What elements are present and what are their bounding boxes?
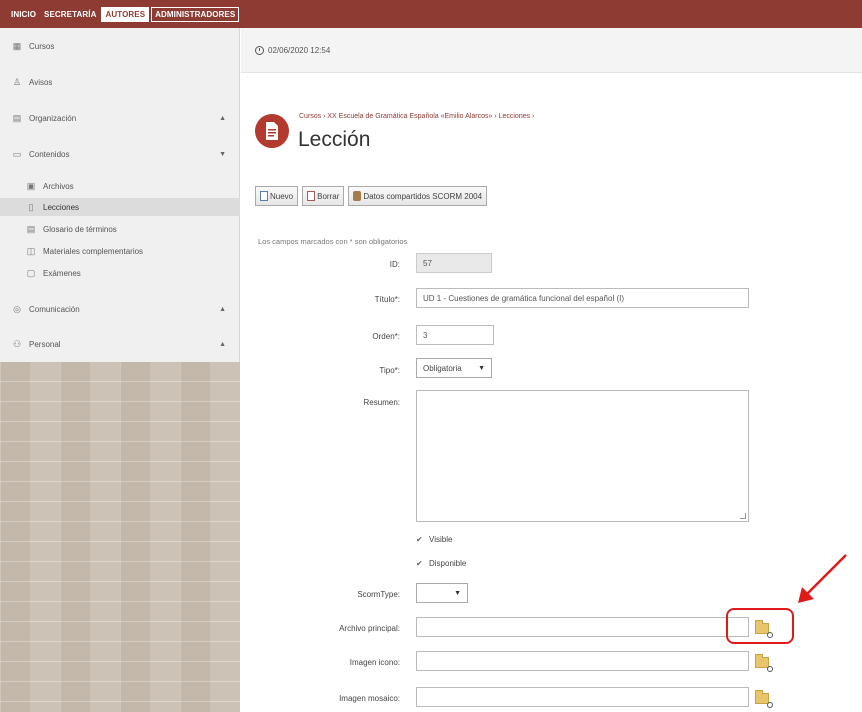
- bell-icon: ♙: [12, 77, 22, 87]
- lesson-icon: [255, 114, 289, 148]
- sidebar-item-label: Organización: [29, 113, 77, 123]
- sidebar-item-contenidos[interactable]: ▭ Contenidos ▼: [0, 146, 240, 162]
- summary-label: Resumen:: [363, 398, 400, 407]
- sidebar-item-label: Lecciones: [43, 202, 80, 212]
- mosaic-image-input[interactable]: [416, 687, 749, 707]
- title-input[interactable]: UD 1 - Cuestiones de gramática funcional…: [416, 288, 749, 308]
- annotation-highlight-box: [726, 608, 794, 644]
- type-label: Tipo*:: [379, 366, 400, 375]
- new-button[interactable]: Nuevo: [255, 186, 299, 206]
- sidebar-item-label: Materiales complementarios: [43, 246, 144, 256]
- checkmark-icon: ✔: [416, 558, 423, 568]
- mosaic-image-label: Imagen mosaico:: [339, 694, 400, 703]
- id-field: 57: [416, 253, 492, 273]
- page-header: Cursos › XX Escuela de Gramática Español…: [241, 104, 862, 164]
- toolbar: Nuevo Borrar Datos compartidos SCORM 200…: [255, 186, 488, 206]
- tab-autores[interactable]: AUTORES: [101, 6, 150, 22]
- sidebar-item-label: Personal: [29, 339, 61, 349]
- type-select[interactable]: Obligatoria ▼: [416, 358, 492, 378]
- mosaic-image-browse-button[interactable]: [754, 690, 773, 708]
- date-bar: 02/06/2020 12:54: [241, 28, 862, 73]
- sidebar-item-label: Glosario de términos: [43, 224, 117, 234]
- icon-image-browse-button[interactable]: [754, 654, 773, 672]
- resize-handle-icon[interactable]: [740, 513, 746, 519]
- delete-button[interactable]: Borrar: [302, 186, 345, 206]
- page-title: Lección: [298, 128, 371, 151]
- delete-document-icon: [307, 191, 316, 201]
- chevron-up-icon: ▲: [219, 114, 226, 122]
- tab-inicio[interactable]: INICIO: [8, 8, 39, 21]
- people-icon: ⚇: [12, 339, 22, 349]
- clock-icon: [255, 45, 264, 55]
- icon-image-label: Imagen icono:: [349, 658, 400, 667]
- chevron-down-icon: ▼: [219, 150, 226, 158]
- icon-image-input[interactable]: [416, 651, 749, 671]
- attachment-icon: ◫: [26, 246, 36, 256]
- sidebar-item-label: Cursos: [29, 41, 55, 51]
- chevron-up-icon: ▲: [219, 340, 226, 348]
- annotation-arrow-icon: [798, 554, 847, 603]
- chevron-up-icon: ▲: [219, 305, 226, 313]
- scorm-shared-data-button[interactable]: Datos compartidos SCORM 2004: [348, 186, 488, 206]
- top-navigation: INICIO SECRETARÍA AUTORES ADMINISTRADORE…: [0, 0, 862, 28]
- sidebar-item-organizacion[interactable]: ▤ Organización ▲: [0, 110, 240, 126]
- sidebar-item-comunicacion[interactable]: ◎ Comunicación ▲: [0, 301, 240, 317]
- document-icon: ▯: [28, 202, 34, 212]
- list-icon: ▤: [12, 113, 22, 123]
- required-fields-note: Los campos marcados con * son obligatori…: [258, 237, 408, 246]
- order-label: Orden*:: [372, 332, 400, 341]
- exam-icon: ▢: [26, 268, 36, 278]
- available-checkbox[interactable]: ✔ Disponible: [416, 559, 466, 568]
- chevron-down-icon: ▼: [478, 364, 485, 372]
- scormtype-select[interactable]: ▼: [416, 583, 468, 603]
- magnifier-icon: [767, 702, 773, 708]
- chevron-down-icon: ▼: [454, 589, 461, 597]
- sidebar-item-avisos[interactable]: ♙ Avisos: [0, 74, 240, 90]
- drive-icon: ▣: [26, 181, 36, 191]
- sidebar-item-examenes[interactable]: ▢ Exámenes: [0, 265, 240, 281]
- order-input[interactable]: 3: [416, 325, 494, 345]
- id-label: ID:: [389, 260, 400, 269]
- tab-secretaria[interactable]: SECRETARÍA: [41, 8, 99, 21]
- main-file-label: Archivo principal:: [339, 624, 400, 633]
- sidebar-item-label: Comunicación: [29, 304, 80, 314]
- book-icon: ▭: [12, 149, 22, 159]
- sidebar-item-label: Contenidos: [29, 149, 70, 159]
- scormtype-label: ScormType:: [357, 590, 400, 599]
- main-file-input[interactable]: [416, 617, 749, 637]
- breadcrumb[interactable]: Cursos › XX Escuela de Gramática Español…: [299, 113, 534, 120]
- comment-icon: ◎: [13, 304, 21, 314]
- sidebar: ▦ Cursos ♙ Avisos ▤ Organización ▲ ▭ Con…: [0, 28, 240, 712]
- glossary-icon: ▤: [26, 224, 36, 234]
- sidebar-item-label: Avisos: [29, 77, 53, 87]
- new-document-icon: [260, 191, 268, 201]
- visible-checkbox[interactable]: ✔ Visible: [416, 535, 452, 544]
- list-icon: ▦: [12, 41, 22, 51]
- sidebar-item-personal[interactable]: ⚇ Personal ▲: [0, 336, 240, 352]
- summary-textarea[interactable]: [416, 390, 749, 522]
- shared-data-icon: [353, 191, 362, 201]
- current-datetime: 02/06/2020 12:54: [268, 45, 331, 55]
- sidebar-item-materiales[interactable]: ◫ Materiales complementarios: [0, 243, 240, 259]
- sidebar-background-pattern: [0, 362, 240, 712]
- sidebar-item-label: Archivos: [43, 181, 74, 191]
- sidebar-item-cursos[interactable]: ▦ Cursos: [0, 38, 240, 54]
- sidebar-item-archivos[interactable]: ▣ Archivos: [0, 178, 240, 194]
- magnifier-icon: [767, 666, 773, 672]
- checkmark-icon: ✔: [416, 534, 423, 544]
- sidebar-item-glosario[interactable]: ▤ Glosario de términos: [0, 221, 240, 237]
- tab-administradores[interactable]: ADMINISTRADORES: [151, 6, 240, 22]
- sidebar-item-lecciones[interactable]: ▯ Lecciones: [0, 198, 240, 216]
- title-label: Título*:: [374, 295, 400, 304]
- sidebar-item-label: Exámenes: [43, 268, 81, 278]
